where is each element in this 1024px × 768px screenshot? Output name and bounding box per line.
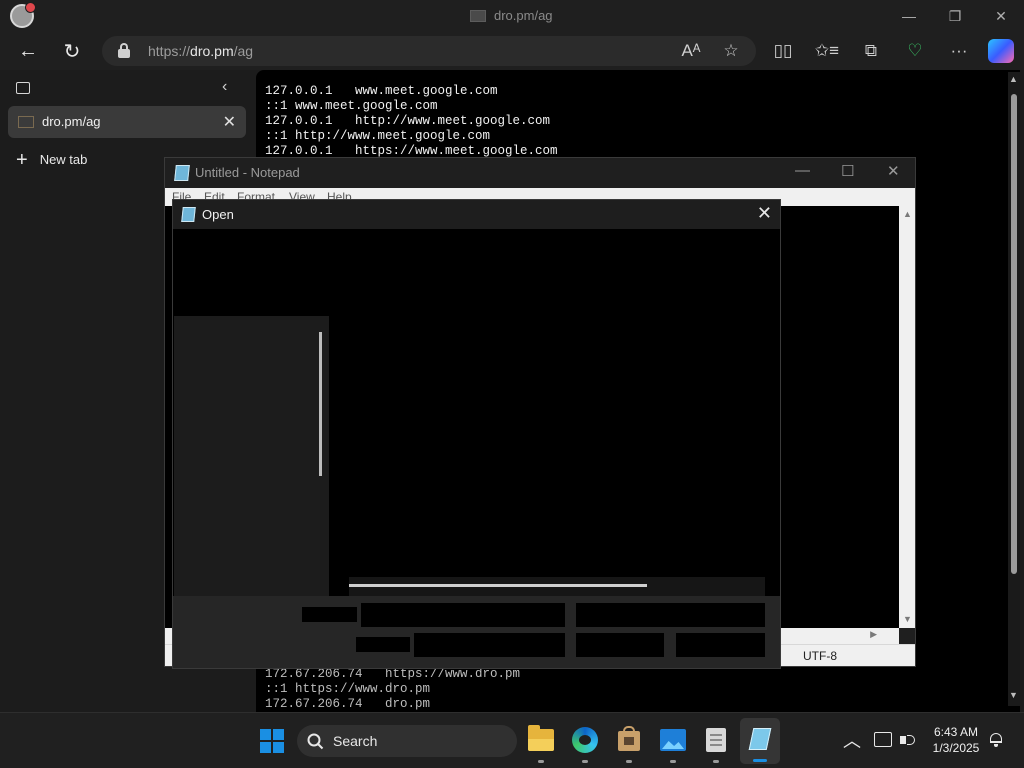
clock-time: 6:43 AM: [933, 725, 979, 739]
search-icon: [307, 733, 324, 750]
page-scrollbar[interactable]: ▲ ▼: [1008, 72, 1020, 706]
scroll-up-icon[interactable]: ▲: [1009, 74, 1018, 84]
hosts-text-bottom: 172.67.206.74 https://www.dro.pm ::1 htt…: [265, 667, 521, 711]
encoding-label: UTF-8: [803, 649, 837, 663]
clock[interactable]: 6:43 AM 1/3/2025: [926, 724, 986, 756]
collapse-pane-icon[interactable]: ‹: [222, 78, 227, 96]
restore-window-button[interactable]: ❐: [932, 0, 978, 32]
browser-toolbar: ← ↻ https://dro.pm/ag Aᴬ ☆ ▯▯ ✩≡ ⧉ ♡ ···: [0, 32, 1024, 70]
navigation-pane-scrollbar[interactable]: [319, 332, 322, 476]
scroll-up-icon[interactable]: ▲: [903, 209, 912, 219]
notifications-bell-icon[interactable]: [989, 732, 1003, 747]
refresh-button[interactable]: ↻: [56, 36, 88, 66]
close-tab-icon[interactable]: ✕: [223, 112, 236, 132]
notepad-taskbar-active-icon[interactable]: [740, 718, 780, 764]
notepad-maximize-button[interactable]: ☐: [841, 162, 854, 180]
notepad-icon: [174, 165, 190, 181]
file-type-dropdown[interactable]: [576, 603, 765, 627]
scroll-down-icon[interactable]: ▼: [1009, 690, 1018, 700]
window-title-text: dro.pm/ag: [494, 8, 553, 23]
encoding-dropdown[interactable]: [414, 633, 565, 657]
address-bar[interactable]: https://dro.pm/ag Aᴬ ☆: [102, 36, 756, 66]
file-list-horizontal-scrollbar[interactable]: [349, 577, 765, 597]
open-dialog-title-bar: Open ✕: [173, 200, 780, 229]
open-dialog-close-button[interactable]: ✕: [757, 203, 772, 224]
minimize-window-button[interactable]: —: [886, 0, 932, 32]
search-placeholder: Search: [333, 733, 378, 749]
copilot-icon[interactable]: [988, 39, 1014, 63]
notepad-icon: [181, 207, 196, 222]
notepad-minimize-button[interactable]: —: [795, 162, 810, 179]
close-window-button[interactable]: ✕: [978, 0, 1024, 32]
notepad-vertical-scrollbar[interactable]: ▲ ▼: [899, 206, 915, 628]
microsoft-store-icon[interactable]: [618, 726, 640, 751]
new-tab-button[interactable]: + New tab: [16, 148, 88, 171]
back-button[interactable]: ←: [12, 36, 44, 66]
notepad-title-bar: Untitled - Notepad — ☐ ✕: [165, 158, 915, 188]
clock-date: 1/3/2025: [932, 741, 980, 755]
scrollbar-thumb[interactable]: [349, 584, 647, 587]
notepad-close-button[interactable]: ✕: [887, 162, 900, 180]
settings-and-more-icon[interactable]: ···: [944, 36, 974, 66]
split-screen-icon[interactable]: ▯▯: [768, 36, 798, 66]
open-dialog-footer: [173, 596, 780, 668]
scrollbar-thumb[interactable]: [1011, 94, 1017, 574]
encoding-label: [356, 637, 410, 652]
running-indicator: [626, 760, 632, 763]
read-aloud-icon[interactable]: Aᴬ: [676, 36, 706, 66]
hosts-text-top: 127.0.0.1 www.meet.google.com ::1 www.me…: [265, 84, 558, 158]
tab-label: dro.pm/ag: [42, 114, 101, 129]
file-explorer-icon[interactable]: [528, 725, 554, 751]
plus-icon: +: [16, 148, 28, 171]
file-name-label: [302, 607, 357, 622]
notepad-title: Untitled - Notepad: [195, 165, 300, 180]
browser-essentials-icon[interactable]: ♡: [900, 36, 930, 66]
cancel-button[interactable]: [676, 633, 765, 657]
running-indicator: [538, 760, 544, 763]
volume-icon[interactable]: [900, 732, 916, 748]
notepad-taskbar-icon[interactable]: [706, 728, 726, 752]
new-tab-label: New tab: [39, 152, 88, 167]
running-indicator: [670, 760, 676, 763]
url-text[interactable]: https://dro.pm/ag: [148, 43, 253, 59]
window-title: dro.pm/ag: [470, 8, 553, 23]
edge-browser-icon[interactable]: [572, 727, 598, 753]
taskbar-search-box[interactable]: Search: [297, 725, 517, 757]
network-icon[interactable]: [874, 732, 892, 747]
scroll-down-icon[interactable]: ▼: [903, 614, 912, 624]
open-dialog-title: Open: [202, 207, 234, 222]
tab-favicon-icon: [18, 116, 34, 128]
show-hidden-icons-icon[interactable]: ︿: [843, 727, 861, 753]
open-button[interactable]: [576, 633, 664, 657]
file-name-input[interactable]: [361, 603, 565, 627]
running-indicator: [582, 760, 588, 763]
scroll-right-icon[interactable]: ▶: [870, 629, 877, 640]
tab-actions-icon[interactable]: [16, 82, 30, 94]
photos-icon[interactable]: [660, 729, 686, 751]
tab-favicon-icon: [470, 9, 486, 22]
lock-icon[interactable]: [118, 43, 130, 58]
open-file-dialog: Open ✕: [172, 199, 781, 669]
browser-title-bar: dro.pm/ag — ❐ ✕: [0, 0, 1024, 32]
taskbar: Search ︿ 6:43 AM 1/3/2025: [0, 712, 1024, 768]
collections-icon[interactable]: ⧉: [856, 36, 886, 66]
navigation-pane[interactable]: [174, 316, 329, 598]
windows-start-icon[interactable]: [260, 729, 284, 753]
favorites-icon[interactable]: ✩≡: [812, 36, 842, 66]
tab-dro-pm[interactable]: dro.pm/ag ✕: [8, 106, 246, 138]
running-indicator: [713, 760, 719, 763]
profile-avatar-icon[interactable]: [10, 2, 36, 28]
add-favorite-icon[interactable]: ☆: [716, 36, 746, 66]
